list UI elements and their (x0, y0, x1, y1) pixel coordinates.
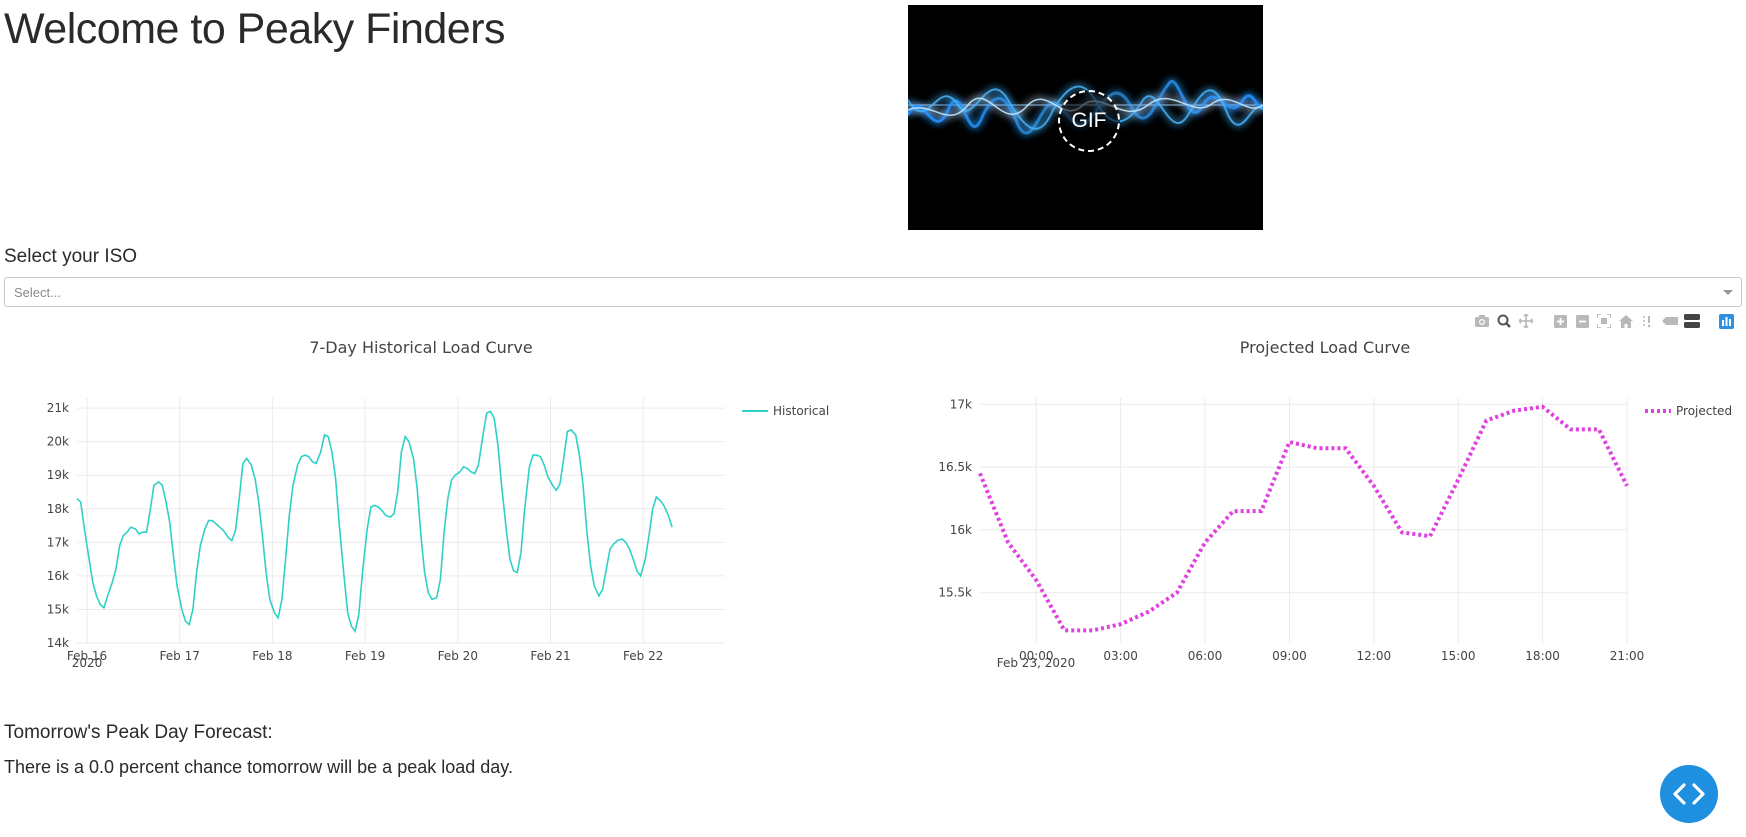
historical-x-axis-year: 2020 (72, 656, 103, 670)
projected-x-tick-label: 09:00 (1272, 649, 1307, 663)
historical-y-tick-label: 18k (47, 502, 69, 516)
historical-x-tick-label: Feb 21 (530, 649, 570, 663)
projected-y-tick-label: 17k (950, 397, 972, 411)
iso-dropdown[interactable]: Select... (4, 277, 1742, 307)
historical-x-tick-label: Feb 22 (623, 649, 663, 663)
historical-y-tick-label: 19k (47, 468, 69, 482)
projected-y-tick-label: 16k (950, 523, 972, 537)
hover-compare-icon[interactable] (1684, 313, 1700, 329)
projected-x-tick-label: 06:00 (1188, 649, 1223, 663)
modebar-spacer (1540, 313, 1546, 329)
historical-x-tick-label: Feb 19 (345, 649, 385, 663)
historical-load-chart[interactable]: 7-Day Historical Load Curve 14k 15k 16k 17k… (0, 330, 880, 690)
historical-legend-label[interactable]: Historical (773, 404, 829, 418)
projected-y-axis: 15.5k 16k 16.5k 17k (938, 397, 972, 599)
projected-legend-label[interactable]: Projected (1676, 404, 1732, 418)
historical-gridlines (77, 398, 725, 644)
forecast-heading: Tomorrow's Peak Day Forecast: (4, 722, 273, 743)
animated-waveform-image[interactable]: GIF (908, 5, 1263, 230)
projected-x-tick-label: 03:00 (1103, 649, 1138, 663)
modebar-spacer (1706, 313, 1712, 329)
iso-select-label: Select your ISO (4, 246, 138, 267)
page-title: Welcome to Peaky Finders (4, 5, 506, 53)
code-brackets-icon (1673, 783, 1705, 805)
projected-load-chart[interactable]: Projected Load Curve 15.5k16k16.5k17k 00… (880, 330, 1746, 690)
historical-x-tick-label: Feb 18 (252, 649, 292, 663)
historical-series-line[interactable] (76, 410, 673, 634)
spike-lines-icon[interactable] (1640, 313, 1656, 329)
projected-y-tick-label: 16.5k (938, 460, 972, 474)
historical-y-tick-label: 16k (47, 569, 69, 583)
projected-x-tick-label: 18:00 (1525, 649, 1560, 663)
historical-y-tick-label: 20k (47, 435, 69, 449)
historical-y-tick-label: 17k (47, 535, 69, 549)
chart-modebar (1474, 312, 1734, 330)
projected-series-line[interactable] (978, 404, 1629, 633)
camera-icon[interactable] (1474, 313, 1490, 329)
forecast-text: There is a 0.0 percent chance tomorrow w… (4, 757, 513, 777)
gif-play-badge[interactable]: GIF (1058, 90, 1120, 152)
reset-axes-icon[interactable] (1618, 313, 1634, 329)
projected-gridlines (980, 398, 1628, 643)
zoom-out-icon[interactable] (1574, 313, 1590, 329)
projected-x-axis: 00:00 03:00 06:00 09:00 12:00 15:00 18:00 21:00 (1019, 649, 1644, 663)
historical-y-axis: 14k 15k 16k 17k 18k 19k 20k 21k (47, 401, 69, 650)
projected-x-tick-label: 15:00 (1441, 649, 1476, 663)
autoscale-icon[interactable] (1596, 313, 1612, 329)
historical-y-tick-label: 15k (47, 602, 69, 616)
projected-y-tick-label: 15.5k (938, 586, 972, 600)
chevron-down-icon[interactable] (1723, 290, 1733, 295)
projected-x-axis-date: Feb 23, 2020 (997, 656, 1076, 670)
iso-dropdown-placeholder: Select... (14, 285, 61, 300)
projected-x-tick-label: 21:00 (1610, 649, 1645, 663)
historical-y-tick-label: 14k (47, 636, 69, 650)
pan-icon[interactable] (1518, 313, 1534, 329)
zoom-in-icon[interactable] (1552, 313, 1568, 329)
projected-chart-title: Projected Load Curve (1240, 338, 1411, 357)
historical-y-tick-label: 21k (47, 401, 69, 415)
projected-x-tick-label: 12:00 (1357, 649, 1392, 663)
hover-closest-icon[interactable] (1662, 313, 1678, 329)
historical-x-tick-label: Feb 20 (438, 649, 478, 663)
code-toggle-button[interactable] (1660, 765, 1718, 823)
plotly-logo-icon[interactable] (1718, 313, 1734, 329)
historical-x-axis: Feb 16 Feb 17 Feb 18 Feb 19 Feb 20 Feb 21 Feb … (67, 649, 664, 663)
historical-x-tick-label: Feb 17 (160, 649, 200, 663)
zoom-icon[interactable] (1496, 313, 1512, 329)
historical-chart-title: 7-Day Historical Load Curve (309, 338, 532, 357)
